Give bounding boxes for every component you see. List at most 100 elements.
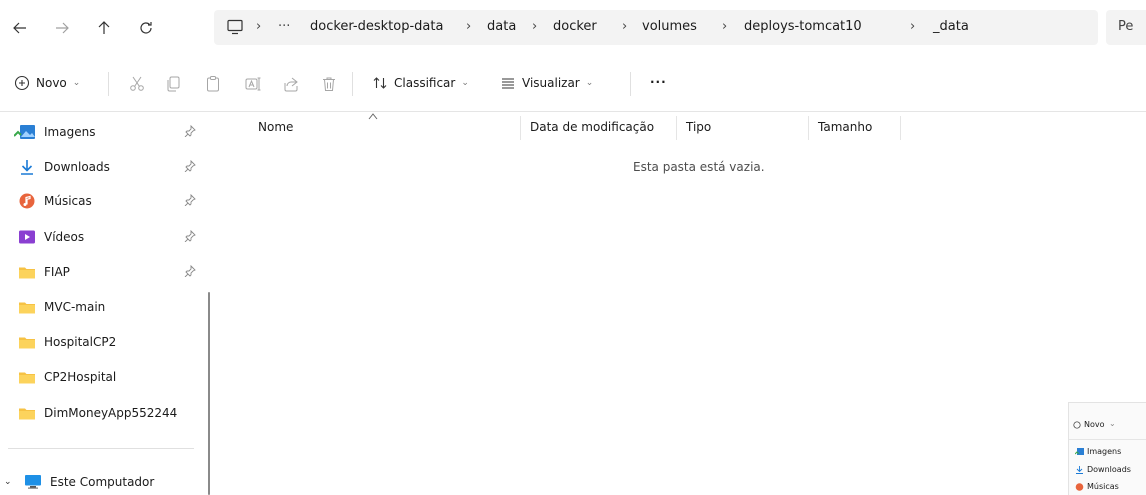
images-icon [1075, 448, 1084, 455]
thumbnail-item-label: Downloads [1087, 465, 1131, 474]
sidebar-item-fiap[interactable]: FIAP [18, 260, 196, 284]
sidebar-scrollbar[interactable] [208, 292, 210, 495]
folder-icon [19, 372, 35, 384]
computer-icon [25, 475, 41, 489]
chevron-right-icon: › [722, 19, 728, 34]
copy-button[interactable] [164, 75, 182, 93]
new-button[interactable]: Novo ⌄ [14, 75, 80, 91]
sidebar-item-hospitalcp2[interactable]: HospitalCP2 [18, 330, 196, 354]
navigation-pane: Imagens Downloads Músicas Vídeos FIAP MV… [0, 112, 210, 495]
column-header-type[interactable]: Tipo [686, 120, 711, 134]
download-icon [1076, 466, 1083, 474]
sidebar-item-label: DimMoneyApp552244 [44, 406, 178, 420]
column-header-date[interactable]: Data de modificação [530, 120, 654, 134]
toolbar-divider [630, 72, 631, 96]
sidebar-item-label: Downloads [44, 160, 110, 174]
arrow-up-icon [98, 21, 110, 34]
arrow-left-icon [13, 22, 26, 34]
file-list: Nome Data de modificação Tipo Tamanho Es… [212, 112, 1146, 495]
pin-icon[interactable] [184, 125, 196, 137]
images-icon [14, 125, 35, 139]
sort-ascending-icon [368, 113, 378, 120]
sidebar-item-downloads[interactable]: Downloads [18, 155, 196, 179]
folder-icon [19, 337, 35, 349]
thumbnail-item-label: Músicas [1087, 482, 1119, 491]
sidebar-item-label: MVC-main [44, 300, 106, 314]
sort-icon [373, 77, 387, 89]
new-label: Novo [36, 76, 67, 90]
videos-icon [19, 230, 35, 244]
breadcrumb-item[interactable]: volumes [642, 19, 697, 34]
command-bar: Novo ⌄ Classificar ⌄ Visualizar ⌄ ··· [0, 56, 1146, 112]
refresh-icon [140, 22, 152, 34]
column-divider[interactable] [676, 116, 677, 140]
plus-circle-icon [14, 75, 30, 91]
pin-icon[interactable] [184, 265, 196, 277]
refresh-button[interactable] [134, 16, 158, 40]
music-icon [1075, 483, 1084, 491]
search-placeholder: Pe [1118, 19, 1134, 34]
column-divider[interactable] [520, 116, 521, 140]
breadcrumb-item[interactable]: docker-desktop-data [310, 19, 443, 34]
column-divider[interactable] [808, 116, 809, 140]
cut-button[interactable] [128, 75, 146, 93]
sidebar-item-musicas[interactable]: Músicas [18, 189, 196, 213]
thumbnail-divider [1069, 439, 1146, 440]
sort-label: Classificar [394, 76, 456, 90]
search-input[interactable]: Pe [1106, 10, 1146, 45]
chevron-down-icon: ⌄ [461, 78, 469, 88]
folder-icon [19, 302, 35, 314]
chevron-down-icon: ⌄ [72, 78, 81, 88]
chevron-right-icon: › [532, 19, 538, 34]
pin-icon[interactable] [184, 194, 196, 206]
sidebar-item-cp2hospital[interactable]: CP2Hospital [18, 365, 196, 389]
toolbar-divider [108, 72, 109, 96]
forward-button[interactable] [50, 16, 74, 40]
pin-icon[interactable] [184, 160, 196, 172]
clipboard-icon [207, 76, 219, 92]
chevron-down-icon: ⌄ [585, 78, 594, 88]
sidebar-item-label: Este Computador [50, 475, 155, 489]
sidebar-item-label: Vídeos [44, 230, 85, 244]
breadcrumb-item[interactable]: deploys-tomcat10 [744, 19, 862, 34]
breadcrumb-item[interactable]: data [487, 19, 516, 34]
up-button[interactable] [92, 16, 116, 40]
pin-icon[interactable] [184, 230, 196, 242]
column-header-name[interactable]: Nome [258, 120, 293, 134]
sidebar-item-label: Músicas [44, 194, 92, 208]
arrow-right-icon [56, 22, 69, 34]
address-box[interactable]: › ··· docker-desktop-data › data › docke… [214, 10, 1098, 45]
trash-icon [323, 77, 335, 91]
sidebar-divider [8, 448, 194, 449]
chevron-down-icon[interactable]: ⌄ [4, 477, 18, 487]
share-button[interactable] [282, 75, 300, 93]
sidebar-item-mvc-main[interactable]: MVC-main [18, 295, 196, 319]
column-header-size[interactable]: Tamanho [818, 120, 872, 134]
view-button[interactable]: Visualizar ⌄ [500, 75, 593, 91]
rename-icon [245, 77, 261, 91]
computer-icon [227, 19, 243, 35]
sidebar-item-label: Imagens [44, 125, 96, 139]
folder-icon [19, 408, 35, 420]
sidebar-item-dimmoneyapp552244[interactable]: DimMoneyApp552244 [18, 401, 196, 425]
sidebar-item-este-computador[interactable]: ⌄ Este Computador [4, 470, 194, 494]
sidebar-item-label: FIAP [44, 265, 70, 279]
breadcrumb-item[interactable]: docker [553, 19, 597, 34]
delete-button[interactable] [320, 75, 338, 93]
breadcrumb-overflow[interactable]: ··· [278, 19, 290, 34]
rename-button[interactable] [244, 75, 262, 93]
breadcrumb-item-current[interactable]: _data [933, 19, 969, 34]
share-icon [284, 77, 298, 92]
sort-button[interactable]: Classificar ⌄ [372, 75, 469, 91]
address-bar-row: › ··· docker-desktop-data › data › docke… [0, 0, 1146, 56]
sidebar-item-label: CP2Hospital [44, 370, 117, 384]
toolbar-divider [352, 72, 353, 96]
sidebar-item-imagens[interactable]: Imagens [14, 120, 196, 144]
thumbnail-item-label: Imagens [1087, 447, 1122, 456]
list-view-icon [502, 78, 514, 89]
back-button[interactable] [8, 16, 32, 40]
paste-button[interactable] [204, 75, 222, 93]
column-divider[interactable] [900, 116, 901, 140]
sidebar-item-videos[interactable]: Vídeos [18, 225, 196, 249]
see-more-button[interactable]: ··· [650, 75, 667, 89]
